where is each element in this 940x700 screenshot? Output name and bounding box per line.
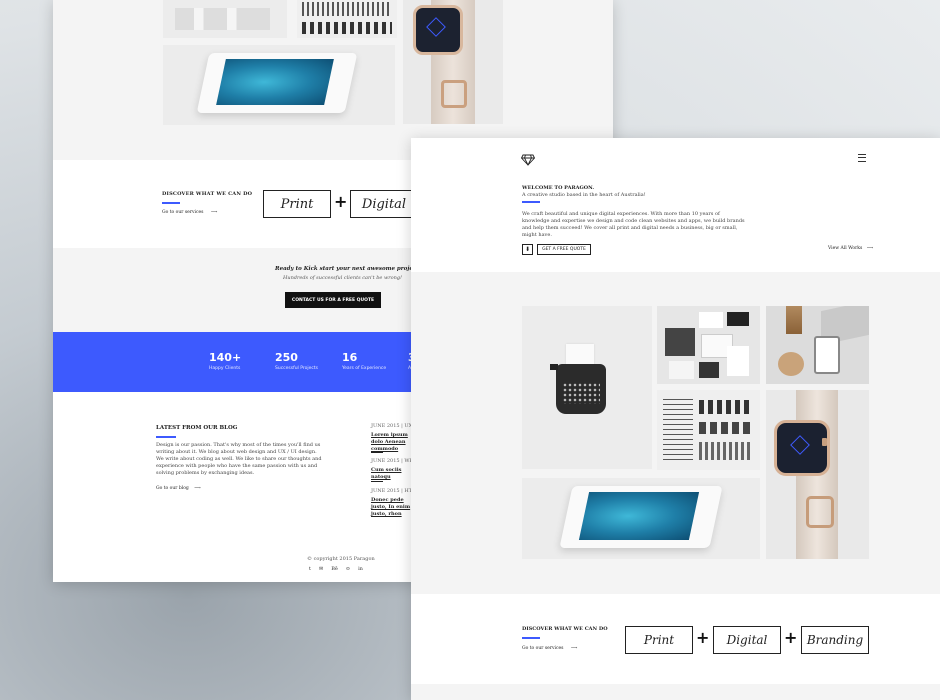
arrow-right-icon: ⟶ <box>866 246 874 251</box>
view-all-link[interactable]: View All Works ⟶ <box>828 246 873 251</box>
blog-post-divider <box>371 452 383 453</box>
portfolio-stationery[interactable] <box>657 306 760 384</box>
blog-post-divider <box>371 481 383 482</box>
twitter-icon[interactable]: t <box>309 566 311 572</box>
mail-icon[interactable]: ✉ <box>319 566 323 572</box>
portfolio-sketches[interactable] <box>657 390 760 470</box>
arrow-right-icon: ⟶ <box>210 210 218 215</box>
dribbble-icon[interactable]: ⊙ <box>346 566 350 572</box>
blog-underline <box>156 436 176 438</box>
stat-label: Years of Experience <box>342 366 387 371</box>
behance-icon[interactable]: Bē <box>331 566 338 572</box>
back-services-link[interactable]: Go to our services ⟶ <box>162 210 217 215</box>
arrow-right-icon: ⟶ <box>194 486 201 491</box>
plus-icon: + <box>784 628 798 647</box>
blog-link[interactable]: Go to our blog ⟶ <box>156 486 201 491</box>
front-service-print[interactable]: Print <box>625 626 693 654</box>
stat-label: Happy Clients <box>209 366 241 371</box>
welcome-body: We craft beautiful and unique digital ex… <box>522 211 745 238</box>
front-service-digital[interactable]: Digital <box>713 626 781 654</box>
free-quote-button[interactable]: GET A FREE QUOTE <box>537 244 591 255</box>
plus-icon: + <box>334 192 348 211</box>
front-services-heading: DISCOVER WHAT WE CAN DO <box>522 626 608 632</box>
front-services-link[interactable]: Go to our services ⟶ <box>522 646 577 651</box>
linkedin-icon[interactable]: in <box>358 566 363 572</box>
menu-icon[interactable] <box>858 154 866 162</box>
portfolio-section <box>411 272 940 594</box>
download-button[interactable]: ⬇ <box>522 244 533 255</box>
front-services-underline <box>522 637 540 639</box>
back-services-heading: DISCOVER WHAT WE CAN DO <box>162 191 253 197</box>
back-services-underline <box>162 202 180 204</box>
arrow-right-icon: ⟶ <box>570 646 578 651</box>
copyright: © copyright 2015 Paragon <box>307 556 375 562</box>
back-photo-sketches[interactable] <box>297 0 397 38</box>
blog-heading: LATEST FROM OUR BLOG <box>156 425 238 431</box>
logo-diamond-icon[interactable] <box>520 151 536 167</box>
welcome-subtitle: A creative studio based in the heart of … <box>522 192 646 198</box>
welcome-title: WELCOME TO PARAGON. <box>522 185 595 191</box>
back-photo-ipad[interactable] <box>163 45 395 125</box>
portfolio-desk[interactable] <box>766 306 869 384</box>
back-photo-watch[interactable] <box>403 0 503 124</box>
back-photo-flatlay[interactable] <box>163 0 287 38</box>
stat-number: 250 <box>275 351 298 364</box>
blog-intro: Design is our passion. That's why most o… <box>156 442 322 476</box>
plus-icon: + <box>696 628 710 647</box>
front-next-section <box>411 684 940 700</box>
cta-title: Ready to Kick start your next awesome pr… <box>275 266 422 272</box>
portfolio-watch[interactable] <box>766 390 869 559</box>
social-links: t ✉ Bē ⊙ in <box>309 566 363 572</box>
portfolio-typewriter[interactable] <box>522 306 652 469</box>
front-service-branding[interactable]: Branding <box>801 626 869 654</box>
stat-number: 140+ <box>209 351 242 364</box>
front-page: WELCOME TO PARAGON. A creative studio ba… <box>411 138 940 700</box>
contact-button[interactable]: CONTACT US FOR A FREE QUOTE <box>285 292 381 308</box>
welcome-underline <box>522 201 540 203</box>
back-service-print[interactable]: Print <box>263 190 331 218</box>
stat-number: 16 <box>342 351 358 364</box>
back-gallery <box>53 0 613 160</box>
back-service-digital[interactable]: Digital <box>350 190 418 218</box>
cta-subtitle: Hundreds of successful clients can't be … <box>283 275 403 281</box>
stat-label: Successful Projects <box>275 366 318 371</box>
portfolio-ipad[interactable] <box>522 478 760 559</box>
